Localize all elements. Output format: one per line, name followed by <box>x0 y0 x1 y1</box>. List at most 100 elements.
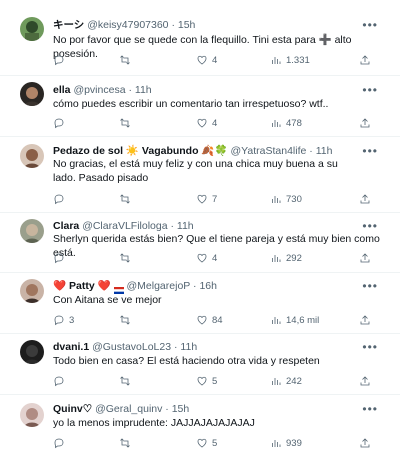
handle[interactable]: @Geral_quinv <box>95 403 162 415</box>
views-button[interactable]: 478 <box>270 116 302 130</box>
reply-button[interactable] <box>53 116 69 130</box>
views-button[interactable]: 14,6 mil <box>270 313 319 327</box>
views-button[interactable]: 939 <box>270 436 302 450</box>
retweet-icon <box>120 55 130 65</box>
avatar[interactable] <box>20 279 44 303</box>
more-icon[interactable]: ••• <box>362 280 378 292</box>
like-button[interactable]: 4 <box>196 116 217 130</box>
display-name[interactable]: ella <box>53 84 71 96</box>
retweet-button[interactable] <box>119 116 135 130</box>
view-count: 478 <box>286 117 302 129</box>
views-icon <box>272 196 281 203</box>
timestamp[interactable]: 11h <box>135 84 152 96</box>
tweet[interactable]: Quinv♡ @Geral_quinv · 15h ••• yo la meno… <box>0 395 400 453</box>
like-button[interactable]: 4 <box>196 53 217 67</box>
share-icon <box>360 55 370 65</box>
retweet-button[interactable] <box>119 374 135 388</box>
display-name[interactable]: dvani.1 <box>53 341 89 353</box>
display-name[interactable]: Pedazo de sol ☀️ Vagabundo 🍂🍀 <box>53 145 228 157</box>
like-icon <box>197 438 207 448</box>
more-icon[interactable]: ••• <box>362 84 378 96</box>
separator: · <box>165 403 169 415</box>
reply-button[interactable] <box>53 374 69 388</box>
reply-button[interactable] <box>53 53 69 67</box>
handle[interactable]: @MelgarejoP <box>127 280 191 292</box>
tweet[interactable]: ❤️ Patty ❤️ @MelgarejoP · 16h ••• Con Ai… <box>0 273 400 334</box>
like-button[interactable]: 5 <box>196 374 217 388</box>
handle[interactable]: @YatraStan4life <box>231 145 307 157</box>
like-button[interactable]: 5 <box>196 436 217 450</box>
timestamp[interactable]: 11h <box>180 341 197 353</box>
timestamp[interactable]: 11h <box>316 145 333 157</box>
views-icon <box>272 440 281 447</box>
timestamp[interactable]: 11h <box>177 220 194 232</box>
share-button[interactable] <box>359 192 371 206</box>
display-name[interactable]: Quinv♡ <box>53 403 92 415</box>
tweet-text: No gracias, el está muy feliz y con una … <box>53 158 338 184</box>
tweet-actions: 4 292 <box>53 251 383 265</box>
views-icon <box>272 255 281 262</box>
like-button[interactable]: 7 <box>196 192 217 206</box>
views-button[interactable]: 292 <box>270 251 302 265</box>
views-button[interactable]: 242 <box>270 374 302 388</box>
timestamp[interactable]: 15h <box>178 19 196 31</box>
more-icon[interactable]: ••• <box>362 341 378 353</box>
handle[interactable]: @pvincesa <box>73 84 125 96</box>
tweet-text: cómo puedes escribir un comentario tan i… <box>53 98 329 110</box>
handle[interactable]: @keisy47907360 <box>87 19 168 31</box>
retweet-button[interactable] <box>119 313 135 327</box>
like-button[interactable]: 4 <box>196 251 217 265</box>
like-icon <box>197 315 207 325</box>
share-button[interactable] <box>359 116 371 130</box>
views-button[interactable]: 1.331 <box>270 53 310 67</box>
separator: · <box>174 341 178 353</box>
avatar[interactable] <box>20 82 44 106</box>
handle[interactable]: @ClaraVLFilologa <box>82 220 167 232</box>
reply-button[interactable]: 3 <box>53 313 74 327</box>
views-button[interactable]: 730 <box>270 192 302 206</box>
more-icon[interactable]: ••• <box>362 220 378 232</box>
reply-icon <box>54 118 64 129</box>
tweet[interactable]: Clara @ClaraVLFilologa · 11h ••• Sherlyn… <box>0 213 400 273</box>
more-icon[interactable]: ••• <box>362 403 378 415</box>
share-button[interactable] <box>359 251 371 265</box>
display-name[interactable]: ❤️ Patty ❤️ <box>53 280 111 292</box>
tweet-header: dvani.1 @GustavoLoL23 · 11h <box>53 339 370 355</box>
reply-button[interactable] <box>53 251 69 265</box>
more-icon[interactable]: ••• <box>362 145 378 157</box>
tweet[interactable]: dvani.1 @GustavoLoL23 · 11h ••• Todo bie… <box>0 334 400 395</box>
avatar[interactable] <box>20 219 44 243</box>
avatar[interactable] <box>20 403 44 427</box>
timestamp[interactable]: 15h <box>172 403 190 415</box>
share-button[interactable] <box>359 313 371 327</box>
avatar[interactable] <box>20 340 44 364</box>
display-name[interactable]: キーシ <box>53 19 84 31</box>
more-icon[interactable]: ••• <box>362 19 378 31</box>
separator: · <box>193 280 197 292</box>
avatar[interactable] <box>20 144 44 168</box>
flag-icon <box>113 283 124 294</box>
retweet-button[interactable] <box>119 436 135 450</box>
tweet[interactable]: キーシ @keisy47907360 · 15h ••• No por favo… <box>0 0 400 76</box>
share-button[interactable] <box>359 374 371 388</box>
reply-button[interactable] <box>53 192 69 206</box>
retweet-button[interactable] <box>119 53 135 67</box>
avatar[interactable] <box>20 17 44 41</box>
share-icon <box>360 376 370 386</box>
share-button[interactable] <box>359 436 371 450</box>
display-name[interactable]: Clara <box>53 220 79 232</box>
retweet-icon <box>120 253 130 263</box>
share-button[interactable] <box>359 53 371 67</box>
like-button[interactable]: 84 <box>196 313 223 327</box>
views-icon <box>272 57 281 64</box>
retweet-button[interactable] <box>119 251 135 265</box>
reply-count: 3 <box>69 314 75 326</box>
reply-button[interactable] <box>53 436 69 450</box>
reply-icon <box>54 315 64 326</box>
tweet[interactable]: Pedazo de sol ☀️ Vagabundo 🍂🍀 @YatraStan… <box>0 137 400 213</box>
tweet[interactable]: ella @pvincesa · 11h ••• cómo puedes esc… <box>0 76 400 137</box>
retweet-button[interactable] <box>119 192 135 206</box>
timestamp[interactable]: 16h <box>199 280 217 292</box>
like-count: 7 <box>212 193 218 205</box>
handle[interactable]: @GustavoLoL23 <box>92 341 171 353</box>
